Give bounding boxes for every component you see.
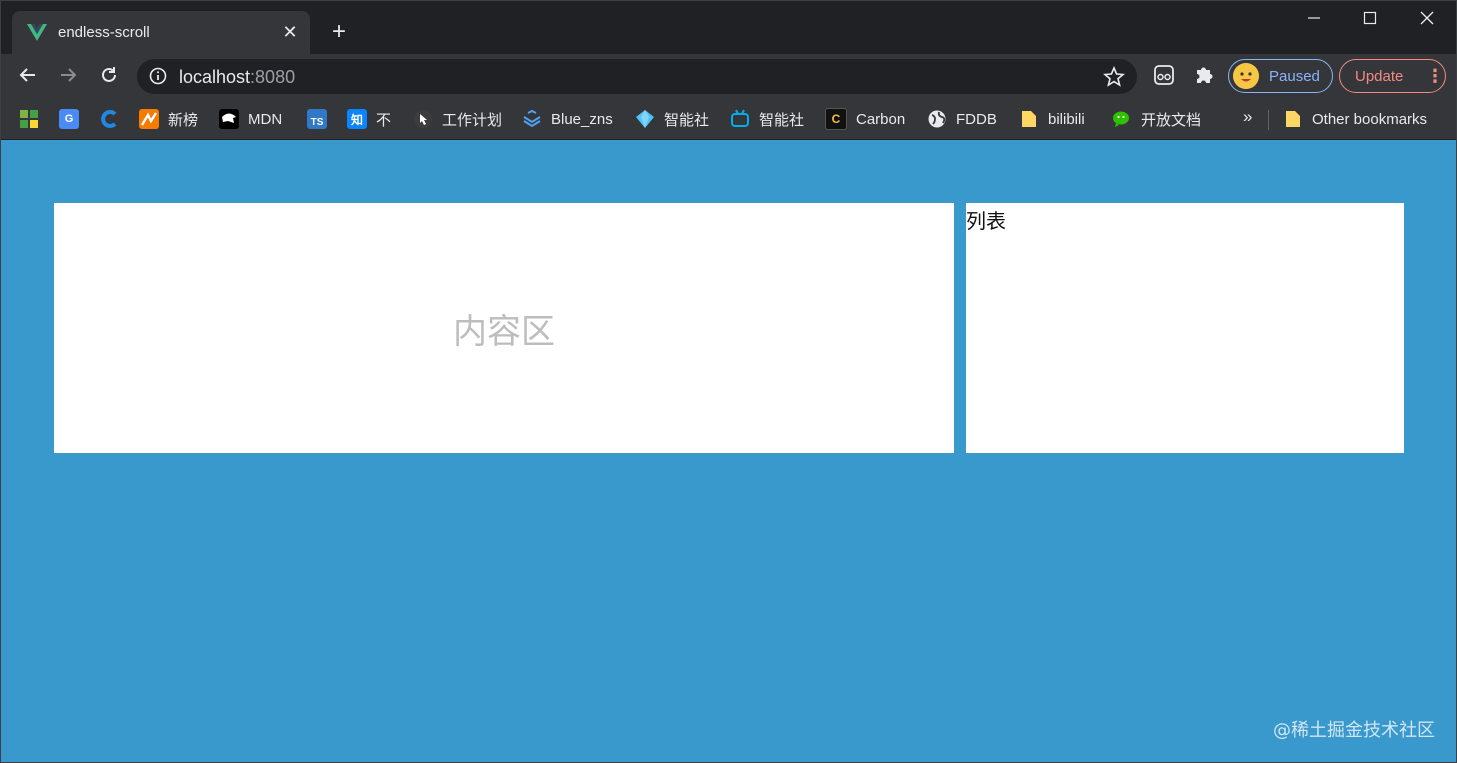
- bookmark-carbon[interactable]: C Carbon: [825, 107, 905, 131]
- reader-extension-button[interactable]: [1151, 64, 1177, 90]
- bookmark-label: Carbon: [856, 110, 906, 128]
- update-button[interactable]: Update ⋮: [1339, 59, 1446, 93]
- more-bookmarks-chevron-icon[interactable]: »: [1243, 107, 1252, 127]
- bookmark-label: bilibili: [1048, 110, 1085, 128]
- list-label: 列表: [966, 209, 1006, 233]
- bookmark-mdn[interactable]: MDN: [219, 107, 282, 131]
- tab-title: endless-scroll: [58, 24, 150, 41]
- bookmark-work-plan[interactable]: 工作计划: [413, 107, 502, 131]
- vue-logo-icon: [26, 22, 48, 44]
- arrow-cursor-icon: [413, 109, 433, 129]
- bookmarks-divider: [1268, 110, 1269, 130]
- wechat-icon: [1112, 109, 1132, 129]
- browser-toolbar: localhost:8080 Paused Update ⋮: [0, 54, 1457, 100]
- content-area: 内容区: [54, 203, 954, 453]
- folder-icon: [1283, 109, 1303, 129]
- bookmark-label: 智能社: [759, 111, 805, 129]
- globe-icon: [927, 109, 947, 129]
- watermark: @稀土掘金技术社区: [1273, 720, 1435, 741]
- bookmark-label: Other bookmarks: [1312, 110, 1428, 128]
- close-icon: [1420, 11, 1434, 30]
- carbon-icon: C: [825, 108, 847, 130]
- tab-close-icon[interactable]: ✕: [280, 22, 300, 43]
- reload-button[interactable]: [95, 63, 123, 91]
- reload-icon: [99, 65, 119, 90]
- update-label: Update: [1355, 67, 1404, 85]
- mdn-icon: [219, 109, 239, 129]
- minimize-button[interactable]: [1292, 8, 1336, 32]
- bookmark-typescript[interactable]: TS: [307, 107, 327, 131]
- minimize-icon: [1307, 11, 1321, 30]
- layers-icon: [522, 109, 542, 129]
- bookmark-google-translate[interactable]: G: [59, 107, 79, 131]
- maximize-icon: [1363, 11, 1377, 30]
- url-port: :8080: [250, 67, 296, 87]
- site-info-icon[interactable]: [149, 67, 167, 85]
- url-host: localhost: [179, 67, 251, 87]
- other-bookmarks[interactable]: Other bookmarks: [1283, 107, 1427, 131]
- bookmark-blue-zns[interactable]: Blue_zns: [522, 107, 613, 131]
- bookmark-label: Blue_zns: [551, 110, 613, 128]
- google-translate-icon: G: [59, 109, 79, 129]
- bookmark-apps[interactable]: [19, 107, 39, 131]
- apps-grid-icon: [19, 109, 39, 129]
- bookmark-xinbang[interactable]: 新榜: [139, 107, 198, 131]
- bookmark-open-docs[interactable]: 开放文档: [1112, 107, 1201, 131]
- zhihu-icon: 知: [347, 109, 367, 129]
- gem-icon: [635, 109, 655, 129]
- bookmark-label: 开放文档: [1141, 111, 1202, 129]
- close-window-button[interactable]: [1405, 8, 1449, 32]
- bookmarks-bar: G 新榜 MDN TS 知 不 工作计划 Blue_zns 智能社 智能社 C …: [0, 100, 1457, 140]
- bookmark-zhinengshe-1[interactable]: 智能社: [635, 107, 709, 131]
- xinbang-icon: [139, 109, 159, 129]
- bookmark-label: 工作计划: [442, 111, 503, 129]
- bookmark-label: 不: [376, 111, 392, 129]
- menu-dots-icon[interactable]: ⋮: [1425, 66, 1445, 87]
- list-panel: 列表: [966, 203, 1404, 453]
- bookmark-bilibili[interactable]: bilibili: [1019, 107, 1085, 131]
- tab-endless-scroll[interactable]: endless-scroll ✕: [12, 11, 310, 54]
- bookmark-label: 新榜: [168, 111, 199, 129]
- new-tab-button[interactable]: +: [326, 19, 352, 45]
- forward-button[interactable]: [54, 63, 82, 91]
- c-logo-icon: [99, 109, 119, 129]
- title-bar: endless-scroll ✕ +: [0, 0, 1457, 54]
- folder-icon: [1019, 109, 1039, 129]
- bookmark-zhihu[interactable]: 知 不: [347, 107, 391, 131]
- bookmark-fddb[interactable]: FDDB: [927, 107, 997, 131]
- content-area-label: 内容区: [453, 311, 555, 352]
- arrow-right-icon: [58, 65, 78, 90]
- bookmark-label: FDDB: [956, 110, 997, 128]
- avatar: [1233, 63, 1259, 89]
- bookmark-label: MDN: [248, 110, 283, 128]
- arrow-left-icon: [18, 65, 38, 90]
- maximize-button[interactable]: [1348, 8, 1392, 32]
- bilibili-tv-icon: [730, 109, 750, 129]
- typescript-icon: TS: [307, 109, 327, 129]
- extensions-button[interactable]: [1191, 64, 1217, 90]
- profile-status: Paused: [1269, 67, 1320, 85]
- address-bar[interactable]: localhost:8080: [137, 59, 1137, 94]
- bookmark-label: 智能社: [664, 111, 710, 129]
- url-text: localhost:8080: [179, 67, 295, 88]
- bookmark-star-icon[interactable]: [1102, 65, 1126, 88]
- bookmark-c[interactable]: [99, 107, 119, 131]
- glasses-icon: [1152, 64, 1176, 91]
- profile-paused-button[interactable]: Paused: [1228, 59, 1333, 93]
- page-viewport: 内容区 列表 @稀土掘金技术社区: [1, 140, 1456, 762]
- puzzle-icon: [1193, 64, 1215, 91]
- bookmark-zhinengshe-2[interactable]: 智能社: [730, 107, 804, 131]
- back-button[interactable]: [14, 63, 42, 91]
